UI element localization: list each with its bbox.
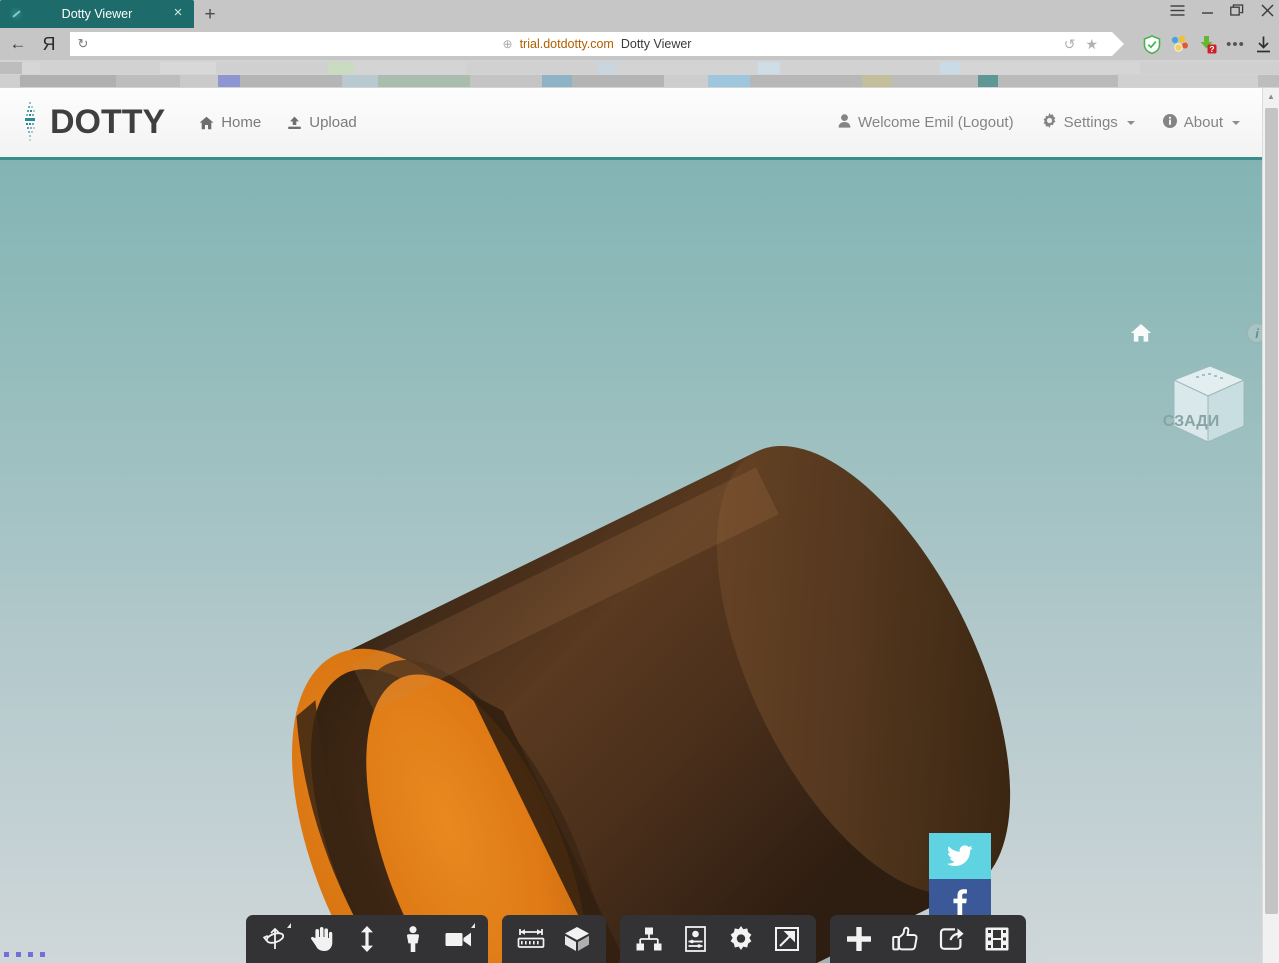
loading-dot bbox=[40, 952, 45, 957]
nav-item-home[interactable]: Home bbox=[199, 114, 261, 131]
loading-indicator bbox=[4, 952, 45, 957]
viewer-info-icon[interactable]: i bbox=[1246, 322, 1262, 344]
cylinder-pipe-model bbox=[291, 445, 1050, 963]
close-window-icon[interactable] bbox=[1259, 2, 1275, 18]
account-menu[interactable]: Welcome Emil (Logout) bbox=[838, 113, 1014, 132]
url-page-title: Dotty Viewer bbox=[620, 37, 692, 51]
url-display: ⊕ trial.dotdotty.com Dotty Viewer bbox=[70, 37, 1124, 51]
settings-menu[interactable]: Settings bbox=[1042, 113, 1135, 132]
svg-text:?: ? bbox=[1209, 43, 1214, 53]
bookmark-row2-blurred bbox=[0, 75, 1279, 87]
adblock-shield-icon[interactable] bbox=[1142, 34, 1161, 54]
bookmark-star-icon[interactable]: ★ bbox=[1085, 36, 1098, 53]
orbit-button[interactable] bbox=[254, 919, 296, 959]
pan-button[interactable] bbox=[300, 919, 342, 959]
url-domain: trial.dotdotty.com bbox=[519, 37, 614, 51]
camera-caret-icon[interactable] bbox=[471, 923, 475, 928]
tab-title: Dotty Viewer bbox=[61, 7, 133, 21]
maximize-icon[interactable] bbox=[1229, 2, 1245, 18]
chevron-down-icon bbox=[1126, 120, 1135, 125]
properties-panel-button[interactable] bbox=[674, 919, 716, 959]
nav-item-upload-label: Upload bbox=[309, 114, 357, 131]
minimize-icon[interactable] bbox=[1199, 2, 1215, 18]
app-header: DOTTY Home Upload Welcome Emil (Logout) … bbox=[0, 88, 1262, 160]
brand-logo[interactable]: DOTTY bbox=[22, 100, 165, 146]
toolbar-navigation-tools bbox=[246, 915, 488, 963]
dotty-favicon-icon bbox=[8, 6, 24, 22]
upload-icon bbox=[287, 116, 302, 130]
omnibox-actions: ↺ ★ bbox=[1064, 36, 1098, 53]
toolbar-measure-tools bbox=[502, 915, 606, 963]
about-label: About bbox=[1183, 114, 1223, 131]
tab-strip: Dotty Viewer × + bbox=[0, 0, 1279, 28]
model-viewer-canvas[interactable]: i СЗАДИ bbox=[0, 160, 1262, 963]
view-cube-label: СЗАДИ bbox=[1163, 413, 1219, 430]
measure-button[interactable] bbox=[510, 919, 552, 959]
browser-window: Dotty Viewer × + ← Я ↻ ⊕ trial.dotdotty.… bbox=[0, 0, 1279, 963]
model-tree-button[interactable] bbox=[628, 919, 670, 959]
window-controls bbox=[1169, 2, 1275, 18]
zoom-button[interactable] bbox=[346, 919, 388, 959]
extension-icons: ? ••• bbox=[1132, 34, 1273, 54]
gear-icon bbox=[1042, 113, 1057, 132]
camera-button[interactable] bbox=[438, 919, 480, 959]
user-icon bbox=[838, 113, 851, 132]
fullscreen-button[interactable] bbox=[766, 919, 808, 959]
new-tab-button[interactable]: + bbox=[196, 2, 224, 28]
settings-button[interactable] bbox=[720, 919, 762, 959]
scroll-up-icon[interactable]: ▲ bbox=[1263, 88, 1279, 105]
bookmarks-bar[interactable] bbox=[0, 60, 1279, 88]
bookmark-row-blurred bbox=[0, 62, 1279, 74]
toolbar-model-tools bbox=[620, 915, 816, 963]
downloads-icon[interactable] bbox=[1254, 35, 1273, 54]
viewer-toolbars bbox=[0, 915, 1262, 963]
sync-refresh-icon[interactable]: ↺ bbox=[1064, 36, 1076, 53]
loading-dot bbox=[28, 952, 33, 957]
chevron-down-icon bbox=[1232, 120, 1240, 125]
navigation-bar: ← Я ↻ ⊕ trial.dotdotty.com Dotty Viewer … bbox=[0, 28, 1279, 60]
nav-item-home-label: Home bbox=[221, 114, 262, 131]
home-view-icon[interactable] bbox=[1130, 323, 1152, 343]
share-twitter-button[interactable] bbox=[929, 833, 991, 879]
browser-tab[interactable]: Dotty Viewer × bbox=[0, 0, 194, 28]
close-icon[interactable]: × bbox=[170, 5, 186, 22]
share-button[interactable] bbox=[930, 919, 972, 959]
page-scrollbar[interactable]: ▲ bbox=[1262, 88, 1279, 963]
back-icon[interactable]: ← bbox=[6, 32, 30, 56]
add-button[interactable] bbox=[838, 919, 880, 959]
menu-icon[interactable] bbox=[1169, 2, 1185, 18]
about-menu[interactable]: About bbox=[1162, 113, 1240, 132]
home-icon bbox=[199, 116, 214, 130]
paw-colors-icon[interactable] bbox=[1170, 35, 1189, 54]
globe-icon: ⊕ bbox=[502, 37, 513, 51]
info-icon bbox=[1162, 113, 1177, 132]
animation-button[interactable] bbox=[976, 919, 1018, 959]
header-right: Welcome Emil (Logout) Settings About bbox=[838, 113, 1240, 132]
section-button[interactable] bbox=[556, 919, 598, 959]
nav-item-upload[interactable]: Upload bbox=[287, 114, 357, 131]
page-content: DOTTY Home Upload Welcome Emil (Logout) … bbox=[0, 88, 1262, 963]
primary-nav: Home Upload bbox=[199, 114, 357, 131]
loading-dot bbox=[4, 952, 9, 957]
settings-label: Settings bbox=[1063, 114, 1118, 131]
loading-dot bbox=[16, 952, 21, 957]
overflow-menu-icon[interactable]: ••• bbox=[1226, 35, 1245, 54]
view-cube[interactable]: СЗАДИ bbox=[1160, 356, 1250, 448]
orbit-caret-icon[interactable] bbox=[287, 923, 291, 928]
dotty-mark-icon bbox=[22, 100, 38, 146]
yandex-logo-icon[interactable]: Я bbox=[38, 32, 60, 56]
account-label: Welcome Emil (Logout) bbox=[857, 114, 1014, 131]
scrollbar-thumb[interactable] bbox=[1265, 108, 1278, 914]
walk-button[interactable] bbox=[392, 919, 434, 959]
address-bar[interactable]: ↻ ⊕ trial.dotdotty.com Dotty Viewer ↺ ★ bbox=[70, 32, 1124, 56]
like-button[interactable] bbox=[884, 919, 926, 959]
toolbar-action-tools bbox=[830, 915, 1026, 963]
brand-name: DOTTY bbox=[50, 103, 166, 141]
download-helper-icon[interactable]: ? bbox=[1198, 35, 1217, 54]
